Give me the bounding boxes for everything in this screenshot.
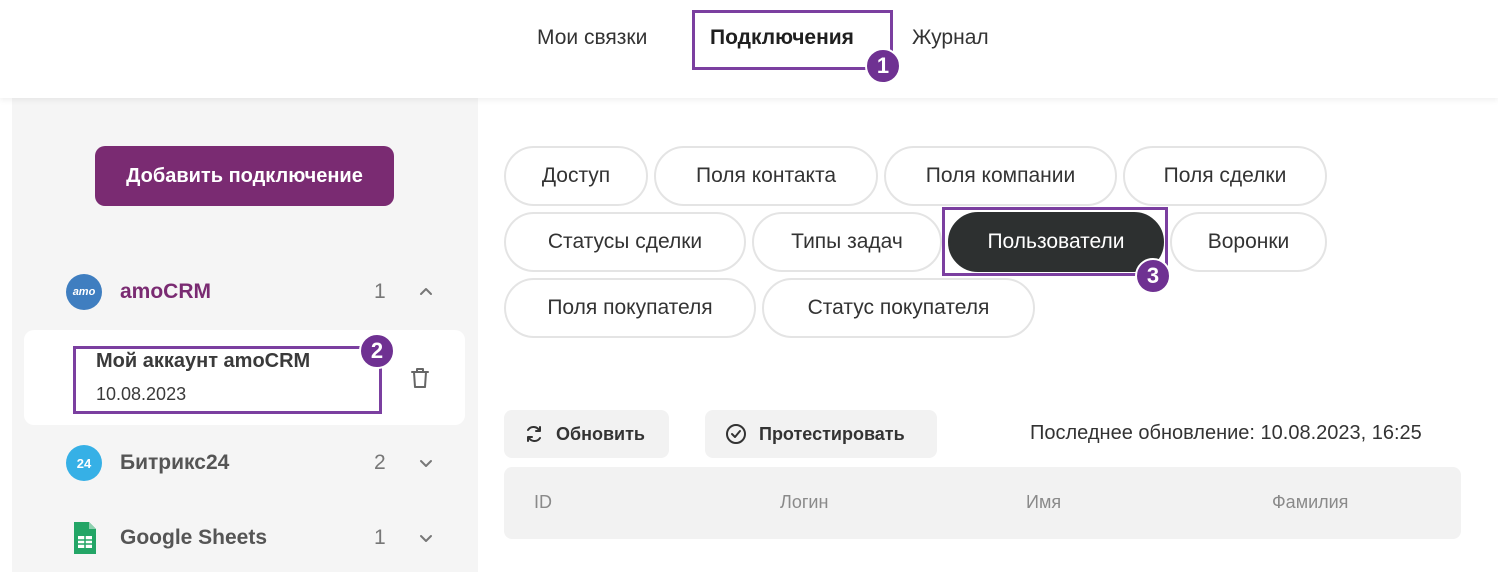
provider-name: amoCRM <box>120 280 212 303</box>
last-update-text: Последнее обновление: 10.08.2023, 16:25 <box>1030 422 1422 444</box>
bitrix24-logo-icon: 24 <box>66 445 102 481</box>
highlight-box-connections-tab <box>692 10 893 70</box>
provider-count: 2 <box>374 451 386 474</box>
tab-my-links[interactable]: Мои связки <box>537 26 647 50</box>
trash-icon[interactable] <box>408 365 432 391</box>
column-header-last-name[interactable]: Фамилия <box>1272 492 1348 513</box>
chip-company-fields[interactable]: Поля компании <box>884 146 1117 206</box>
chip-deal-fields[interactable]: Поля сделки <box>1123 146 1327 206</box>
chip-task-types[interactable]: Типы задач <box>752 212 942 272</box>
google-sheets-logo-icon <box>74 522 96 554</box>
check-circle-icon <box>726 424 746 444</box>
provider-count: 1 <box>374 280 386 303</box>
column-header-id[interactable]: ID <box>534 492 552 513</box>
chevron-down-icon[interactable] <box>416 453 436 473</box>
amocrm-logo-icon: amo <box>66 274 102 310</box>
test-label: Протестировать <box>759 423 905 444</box>
provider-item-bitrix24[interactable]: 24 Битрикс24 2 <box>66 443 446 483</box>
chip-buyer-fields[interactable]: Поля покупателя <box>504 278 756 338</box>
annotation-badge-3: 3 <box>1135 258 1171 294</box>
column-header-first-name[interactable]: Имя <box>1026 492 1061 513</box>
test-button[interactable]: Протестировать <box>705 410 937 458</box>
provider-count: 1 <box>374 526 386 549</box>
provider-name: Битрикс24 <box>120 451 230 474</box>
chevron-down-icon[interactable] <box>416 528 436 548</box>
chip-contact-fields[interactable]: Поля контакта <box>654 146 878 206</box>
provider-item-amocrm[interactable]: amo amoCRM 1 <box>66 272 446 312</box>
chevron-up-icon[interactable] <box>416 282 436 302</box>
chip-buyer-status[interactable]: Статус покупателя <box>762 278 1035 338</box>
column-header-login[interactable]: Логин <box>780 492 828 513</box>
refresh-label: Обновить <box>556 423 645 444</box>
tab-journal[interactable]: Журнал <box>912 26 989 50</box>
highlight-box-users-chip <box>942 207 1168 276</box>
chip-pipelines[interactable]: Воронки <box>1170 212 1327 272</box>
provider-name: Google Sheets <box>120 526 268 549</box>
chip-deal-statuses[interactable]: Статусы сделки <box>504 212 746 272</box>
add-connection-button[interactable]: Добавить подключение <box>95 146 394 206</box>
refresh-button[interactable]: Обновить <box>504 410 669 458</box>
annotation-badge-1: 1 <box>865 48 901 84</box>
provider-item-google-sheets[interactable]: Google Sheets 1 <box>66 518 446 558</box>
chip-access[interactable]: Доступ <box>504 146 648 206</box>
refresh-icon <box>527 425 541 443</box>
highlight-box-account <box>73 346 382 414</box>
annotation-badge-2: 2 <box>359 333 395 369</box>
